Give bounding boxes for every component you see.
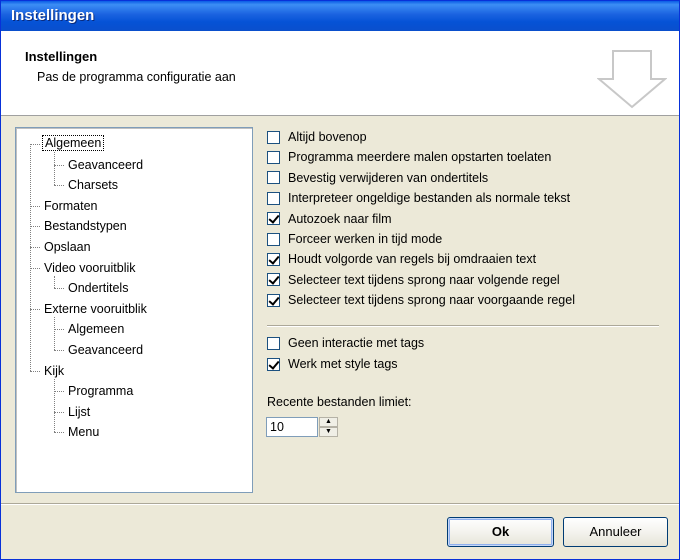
option-row[interactable]: Houdt volgorde van regels bij omdraaien … bbox=[267, 251, 536, 267]
checkbox-checked[interactable] bbox=[267, 273, 280, 287]
checkbox-unchecked[interactable] bbox=[267, 171, 280, 185]
option-row[interactable]: Selecteer text tijdens sprong naar volge… bbox=[267, 272, 560, 288]
option-label: Selecteer text tijdens sprong naar volge… bbox=[288, 272, 560, 287]
tree-connector bbox=[54, 152, 55, 186]
cancel-button-label: Annuleer bbox=[589, 524, 642, 539]
option-label: Forceer werken in tijd mode bbox=[288, 232, 443, 246]
dialog-header: Instellingen Pas de programma configurat… bbox=[1, 31, 679, 116]
spin-down-button[interactable]: ▼ bbox=[319, 427, 338, 437]
down-arrow-icon bbox=[597, 50, 667, 109]
tree-connector bbox=[30, 226, 40, 228]
option-row[interactable]: Selecteer text tijdens sprong naar voorg… bbox=[267, 292, 575, 308]
spin-up-button[interactable]: ▲ bbox=[319, 417, 338, 427]
ok-button[interactable]: Ok bbox=[447, 517, 554, 547]
tree-item[interactable]: Algemeen bbox=[66, 321, 126, 337]
option-row[interactable]: Altijd bovenop bbox=[267, 129, 367, 145]
checkbox-unchecked[interactable] bbox=[267, 336, 280, 350]
tree-connector bbox=[54, 378, 55, 433]
tree-connector bbox=[54, 391, 64, 393]
tree-connector bbox=[54, 411, 64, 413]
option-label: Werk met style tags bbox=[288, 357, 398, 371]
tree-connector bbox=[30, 144, 40, 145]
tree-connector bbox=[30, 247, 40, 248]
option-label: Interpreteer ongeldige bestanden als nor… bbox=[288, 191, 571, 206]
option-label: Autozoek naar film bbox=[288, 211, 392, 226]
tree-item[interactable]: Opslaan bbox=[42, 239, 93, 255]
tree-connector bbox=[54, 316, 55, 350]
tree-item[interactable]: Bestandstypen bbox=[42, 218, 129, 234]
tree-connector bbox=[54, 288, 64, 290]
option-row[interactable]: Geen interactie met tags bbox=[267, 335, 424, 351]
option-row[interactable]: Werk met style tags bbox=[267, 356, 398, 372]
header-title: Instellingen bbox=[25, 49, 98, 64]
options-separator bbox=[267, 325, 659, 327]
checkbox-unchecked[interactable] bbox=[267, 130, 280, 144]
tree-item[interactable]: Ondertitels bbox=[66, 280, 130, 296]
checkbox-checked[interactable] bbox=[267, 357, 280, 371]
tree-item[interactable]: Geavanceerd bbox=[66, 342, 145, 358]
button-bar-separator bbox=[1, 503, 679, 505]
tree-connector bbox=[54, 432, 64, 434]
checkbox-unchecked[interactable] bbox=[267, 191, 280, 205]
tree-item[interactable]: Video vooruitblik bbox=[42, 260, 138, 276]
tree-item[interactable]: Charsets bbox=[66, 177, 120, 193]
option-label: Programma meerdere malen opstarten toela… bbox=[288, 150, 552, 165]
tree-connector bbox=[54, 350, 64, 351]
option-row[interactable]: Bevestig verwijderen van ondertitels bbox=[267, 170, 488, 186]
option-row[interactable]: Interpreteer ongeldige bestanden als nor… bbox=[267, 190, 570, 206]
tree-connector bbox=[30, 205, 40, 207]
tree-item[interactable]: Lijst bbox=[66, 404, 92, 420]
tree-connector bbox=[54, 185, 64, 187]
ok-button-label: Ok bbox=[491, 524, 510, 539]
recent-files-label: Recente bestanden limiet: bbox=[267, 395, 412, 409]
option-row[interactable]: Programma meerdere malen opstarten toela… bbox=[267, 149, 551, 165]
checkbox-checked[interactable] bbox=[267, 212, 280, 226]
tree-connector bbox=[30, 144, 31, 371]
tree-connector bbox=[54, 329, 64, 331]
checkbox-checked[interactable] bbox=[267, 293, 280, 307]
tree-connector bbox=[30, 308, 40, 310]
tree-item[interactable]: Formaten bbox=[42, 198, 100, 214]
checkbox-checked[interactable] bbox=[267, 252, 280, 266]
option-label: Bevestig verwijderen van ondertitels bbox=[288, 170, 489, 185]
tree-item[interactable]: Externe vooruitblik bbox=[42, 301, 149, 317]
option-label: Selecteer text tijdens sprong naar voorg… bbox=[288, 293, 575, 308]
tree-item[interactable]: Menu bbox=[66, 424, 101, 440]
tree-connector bbox=[30, 370, 40, 372]
option-row[interactable]: Forceer werken in tijd mode bbox=[267, 231, 442, 247]
header-subtitle: Pas de programma configuratie aan bbox=[37, 70, 236, 84]
checkbox-unchecked[interactable] bbox=[267, 232, 280, 246]
tree-item[interactable]: Geavanceerd bbox=[66, 157, 145, 173]
option-label: Houdt volgorde van regels bij omdraaien … bbox=[288, 252, 537, 267]
title-bar[interactable]: Instellingen bbox=[1, 1, 679, 31]
option-label: Altijd bovenop bbox=[288, 130, 367, 144]
tree-item[interactable]: Kijk bbox=[42, 363, 66, 379]
option-row[interactable]: Autozoek naar film bbox=[267, 211, 392, 227]
window-title: Instellingen bbox=[11, 7, 95, 24]
tree-connector bbox=[30, 267, 40, 269]
settings-dialog: Instellingen Instellingen Pas de program… bbox=[0, 0, 680, 560]
recent-files-input[interactable] bbox=[266, 417, 318, 437]
settings-tree[interactable]: Algemeen Geavanceerd Charsets Formaten Besta… bbox=[15, 127, 253, 493]
cancel-button[interactable]: Annuleer bbox=[563, 517, 668, 547]
tree-connector bbox=[54, 275, 55, 289]
tree-connector bbox=[54, 164, 64, 166]
checkbox-unchecked[interactable] bbox=[267, 150, 280, 164]
tree-item[interactable]: Algemeen bbox=[42, 135, 105, 151]
tree-item[interactable]: Programma bbox=[66, 383, 135, 399]
option-label: Geen interactie met tags bbox=[288, 336, 425, 350]
